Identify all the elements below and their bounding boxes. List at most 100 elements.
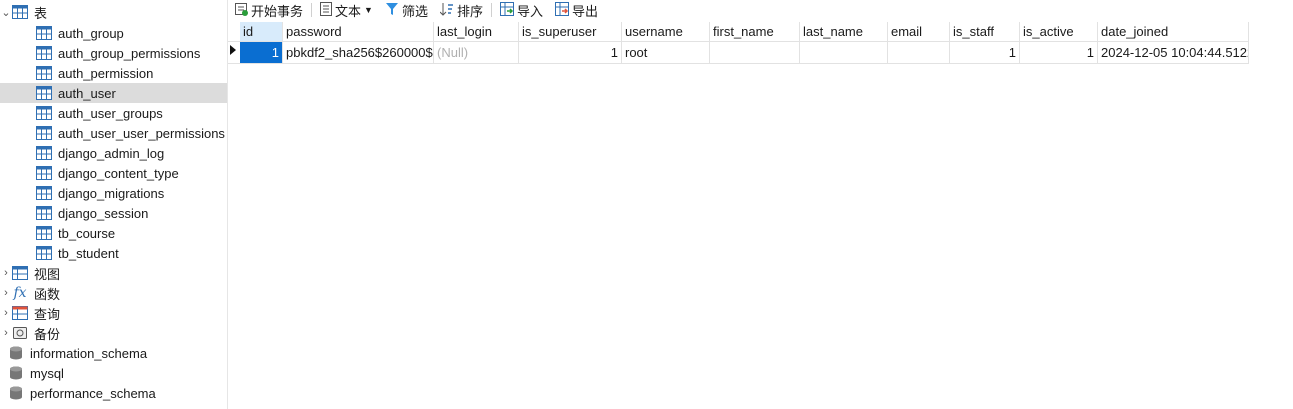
table-icon [36,26,52,40]
row-header-spacer [228,22,240,42]
text-doc-icon [320,1,333,19]
cell-email[interactable] [888,42,950,64]
sidebar-database-information-schema[interactable]: information_schema [0,343,227,363]
column-header-email[interactable]: email [888,22,950,42]
tree-node-backups[interactable]: › 备份 [0,323,227,343]
sidebar-table-django-migrations[interactable]: django_migrations [0,183,227,203]
sidebar-table-auth-permission[interactable]: auth_permission [0,63,227,83]
column-header-last-login[interactable]: last_login [434,22,519,42]
text-button[interactable]: 文本 ▼ [314,1,379,20]
sidebar-table-django-content-type[interactable]: django_content_type [0,163,227,183]
chevron-right-icon[interactable]: › [0,287,12,299]
database-icon [8,386,24,400]
export-label: 导出 [572,3,599,19]
cell-first-name[interactable] [710,42,800,64]
tree-node-queries-label: 查询 [34,306,61,322]
tree-node-queries[interactable]: › 查询 [0,303,227,323]
chevron-right-icon[interactable]: › [0,307,12,319]
text-label: 文本 [335,3,362,19]
dropdown-arrow-icon[interactable]: ▼ [364,5,373,15]
sidebar-database-mysql[interactable]: mysql [0,363,227,383]
column-header-first-name[interactable]: first_name [710,22,800,42]
sidebar-table-auth-group-permissions[interactable]: auth_group_permissions [0,43,227,63]
sidebar-table-django-session[interactable]: django_session [0,203,227,223]
sort-label: 排序 [456,3,483,19]
column-header-date-joined[interactable]: date_joined [1098,22,1249,42]
cell-last-login[interactable]: (Null) [434,42,519,64]
column-header-username[interactable]: username [622,22,710,42]
table-icon [36,246,52,260]
chevron-right-icon[interactable]: › [0,327,12,339]
tree-node-tables-label: 表 [34,5,48,21]
tree-node-functions-label: 函数 [34,286,61,302]
sidebar-table-tb-course[interactable]: tb_course [0,223,227,243]
cell-id[interactable]: 1 [240,42,283,64]
table-icon [36,106,52,120]
cell-password[interactable]: pbkdf2_sha256$260000$a [283,42,434,64]
backup-icon [12,326,28,340]
cell-last-name[interactable] [800,42,888,64]
table-group-icon [12,5,28,19]
table-icon [36,186,52,200]
tree-node-functions[interactable]: › fx 函数 [0,283,227,303]
table-icon [36,126,52,140]
cell-is-active[interactable]: 1 [1020,42,1098,64]
toolbar-divider [311,3,313,17]
import-button[interactable]: 导入 [494,1,549,20]
filter-label: 筛选 [401,3,428,19]
sidebar-table-django-admin-log[interactable]: django_admin_log [0,143,227,163]
column-header-is-superuser[interactable]: is_superuser [519,22,622,42]
import-label: 导入 [516,3,543,19]
sidebar-table-auth-user[interactable]: auth_user [0,83,227,103]
tree-node-views[interactable]: › 视图 [0,263,227,283]
table-name: auth_user_groups [58,105,163,121]
filter-button[interactable]: 筛选 [379,1,434,20]
table-name: auth_group [58,25,124,41]
table-name: tb_student [58,245,119,261]
column-header-password[interactable]: password [283,22,434,42]
row-marker-cell[interactable] [228,42,240,64]
table-name: tb_course [58,225,116,241]
toolbar: 开始事务 文本 ▼ 筛选 排序 导入 导出 [228,0,1293,20]
sort-icon [439,2,454,19]
begin-transaction-label: 开始事务 [251,3,304,19]
sidebar-table-auth-group[interactable]: auth_group [0,23,227,43]
column-header-last-name[interactable]: last_name [800,22,888,42]
cell-is-staff[interactable]: 1 [950,42,1020,64]
transaction-icon [234,2,248,19]
table-icon [36,46,52,60]
table-name: auth_user [58,85,116,101]
chevron-down-icon[interactable]: ⌄ [0,6,12,19]
table-name: auth_permission [58,65,154,81]
filter-icon [385,2,399,19]
chevron-right-icon[interactable]: › [0,267,12,279]
table-row[interactable]: 1 pbkdf2_sha256$260000$a (Null) 1 root 1 1 2024… [228,42,1249,64]
column-header-is-active[interactable]: is_active [1020,22,1098,42]
table-icon [36,66,52,80]
function-icon: fx [13,285,27,301]
sidebar-table-auth-user-user-permissions[interactable]: auth_user_user_permissions [0,123,227,143]
sidebar-database-performance-schema[interactable]: performance_schema [0,383,227,403]
begin-transaction-button[interactable]: 开始事务 [228,1,309,20]
table-name: django_migrations [58,185,165,201]
grid-header-row: id password last_login is_superuser username… [228,22,1249,42]
view-icon [12,266,28,280]
table-name: django_session [58,205,149,221]
table-name: django_admin_log [58,145,165,161]
table-name: django_content_type [58,165,179,181]
export-button[interactable]: 导出 [549,1,604,20]
cell-date-joined[interactable]: 2024-12-05 10:04:44.5122 [1098,42,1249,64]
table-icon [36,166,52,180]
table-icon [36,146,52,160]
tree-node-backups-label: 备份 [34,326,61,342]
sidebar-table-auth-user-groups[interactable]: auth_user_groups [0,103,227,123]
sidebar-table-tb-student[interactable]: tb_student [0,243,227,263]
cell-username[interactable]: root [622,42,710,64]
database-name: mysql [30,365,64,381]
column-header-is-staff[interactable]: is_staff [950,22,1020,42]
column-header-id[interactable]: id [240,22,283,42]
sort-button[interactable]: 排序 [434,1,489,20]
export-icon [555,1,569,19]
tree-node-tables[interactable]: ⌄ 表 [0,2,227,22]
cell-is-superuser[interactable]: 1 [519,42,622,64]
